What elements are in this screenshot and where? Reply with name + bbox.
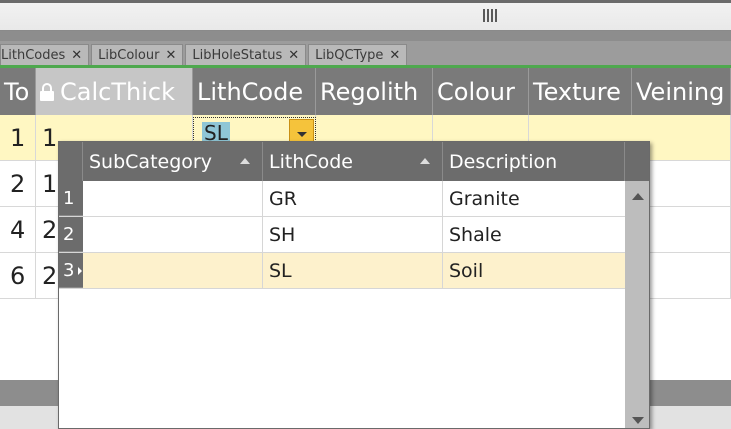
cell-subcategory[interactable] [83, 181, 263, 216]
splitter-grip-icon[interactable] [483, 9, 497, 22]
header-label: Colour [437, 77, 515, 106]
cell-description[interactable]: Soil [443, 253, 625, 288]
cell-description[interactable]: Granite [443, 181, 625, 216]
tab-libholestatus[interactable]: LibHoleStatus ✕ [185, 44, 307, 66]
toolbar-spacer [0, 31, 731, 41]
lithcode-dropdown-popup: SubCategory LithCode Description 1 GR Gr… [58, 141, 650, 429]
column-header-veining[interactable]: Veining [632, 68, 731, 115]
cell-to[interactable]: 1 [0, 115, 36, 160]
dropdown-header-filler [625, 142, 649, 181]
header-label: LithCode [269, 150, 353, 173]
row-indicator: 2 [59, 217, 83, 252]
dropdown-vertical-scrollbar[interactable] [625, 181, 649, 428]
dropdown-column-subcategory[interactable]: SubCategory [83, 142, 263, 181]
row-indicator: 1 [59, 181, 83, 216]
row-index: 3 [63, 259, 75, 281]
list-item[interactable]: 3 SL Soil [59, 253, 625, 289]
dropdown-column-description[interactable]: Description [443, 142, 625, 181]
header-label: Veining [636, 77, 725, 106]
header-label: To [4, 77, 30, 106]
tab-label: LibHoleStatus [192, 48, 283, 63]
document-tab-strip: LithCodes ✕ LibColour ✕ LibHoleStatus ✕ … [0, 41, 731, 66]
cell-description[interactable]: Shale [443, 217, 625, 252]
top-toolbar [0, 0, 731, 31]
header-label: Description [449, 150, 558, 173]
close-icon[interactable]: ✕ [71, 48, 82, 63]
column-header-texture[interactable]: Texture [529, 68, 632, 115]
dropdown-arrow-button[interactable] [289, 119, 314, 142]
lock-icon [40, 82, 54, 101]
cell-subcategory[interactable] [83, 253, 263, 288]
lithcode-combo-editor[interactable]: SL [193, 117, 316, 144]
header-label: Texture [533, 77, 621, 106]
column-header-to[interactable]: To [0, 68, 36, 115]
column-header-calcthick[interactable]: CalcThick [36, 68, 193, 115]
current-row-icon [78, 267, 82, 275]
sort-ascending-icon [240, 158, 250, 164]
header-label: Regolith [320, 77, 419, 106]
cell-lithcode[interactable]: SL [263, 253, 443, 288]
header-label: CalcThick [60, 77, 175, 106]
close-icon[interactable]: ✕ [288, 48, 299, 63]
tab-label: LibColour [98, 48, 160, 63]
cell-to[interactable]: 2 [0, 161, 36, 206]
close-icon[interactable]: ✕ [389, 48, 400, 63]
cell-lithcode[interactable]: SH [263, 217, 443, 252]
scroll-up-icon[interactable] [632, 193, 644, 200]
close-icon[interactable]: ✕ [165, 48, 176, 63]
sort-ascending-icon [420, 158, 430, 164]
dropdown-column-lithcode[interactable]: LithCode [263, 142, 443, 181]
header-label: LithCode [197, 77, 304, 106]
scroll-down-icon[interactable] [632, 417, 644, 424]
cell-subcategory[interactable] [83, 217, 263, 252]
dropdown-header: SubCategory LithCode Description [59, 142, 649, 181]
tab-libcolour[interactable]: LibColour ✕ [91, 44, 184, 66]
cell-to[interactable]: 4 [0, 207, 36, 252]
tab-lithcodes[interactable]: LithCodes ✕ [0, 44, 90, 66]
tab-libqctype[interactable]: LibQCType ✕ [308, 44, 408, 66]
column-header-colour[interactable]: Colour [433, 68, 529, 115]
dropdown-corner [59, 142, 83, 181]
column-header-regolith[interactable]: Regolith [316, 68, 433, 115]
grid-header: To CalcThick LithCode Regolith Colour Te… [0, 68, 731, 115]
column-header-lithcode[interactable]: LithCode [193, 68, 316, 115]
tab-label: LithCodes [1, 48, 66, 63]
cell-lithcode[interactable]: GR [263, 181, 443, 216]
list-item[interactable]: 2 SH Shale [59, 217, 625, 253]
tab-label: LibQCType [315, 48, 384, 63]
cell-to[interactable]: 6 [0, 253, 36, 298]
row-indicator-current: 3 [59, 253, 83, 288]
list-item[interactable]: 1 GR Granite [59, 181, 625, 217]
header-label: SubCategory [89, 150, 212, 173]
